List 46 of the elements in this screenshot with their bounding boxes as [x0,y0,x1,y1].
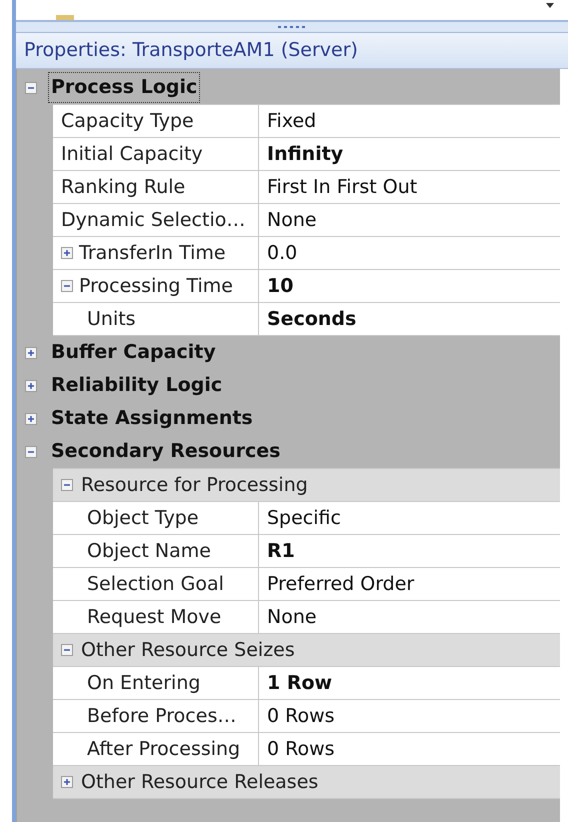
property-value[interactable]: 1 Row [267,668,332,698]
property-name: TransferIn Time [79,240,226,266]
category-header[interactable]: Process Logic [49,73,200,102]
property-value[interactable]: 10 [267,272,294,300]
property-value[interactable]: R1 [267,536,295,566]
property-value[interactable]: 0 Rows [267,734,335,764]
property-value[interactable]: Seconds [267,304,356,334]
property-name: Processing Time [79,274,233,299]
property-name: Before Proces… [87,704,236,729]
dropdown-arrow-icon[interactable] [546,3,554,8]
property-name: Ranking Rule [61,174,186,200]
property-value[interactable]: None [267,602,317,632]
property-name: Request Move [87,604,222,630]
property-name: Dynamic Selectio… [61,208,246,233]
collapse-icon[interactable] [25,446,37,458]
category-header[interactable]: Reliability Logic [49,371,224,400]
collapse-icon[interactable] [25,82,37,94]
collapse-icon[interactable] [61,644,73,656]
property-name: On Entering [87,670,200,696]
property-name: Capacity Type [61,108,194,134]
collapse-icon[interactable] [61,280,73,292]
panel-title: Properties: TransporteAM1 (Server) [24,38,358,64]
expand-icon[interactable] [61,247,73,259]
category-header[interactable]: Buffer Capacity [49,338,218,367]
property-name: Units [87,306,136,332]
property-name: After Processing [87,736,240,762]
property-value[interactable]: 0.0 [267,238,298,268]
property-value[interactable]: 0 Rows [267,702,335,730]
expand-icon[interactable] [25,346,37,358]
property-name: Initial Capacity [61,142,203,167]
property-value[interactable]: First In First Out [267,172,418,202]
category-header[interactable]: Secondary Resources [49,437,282,466]
expand-icon[interactable] [25,412,37,424]
splitter-grip-icon[interactable] [277,25,307,29]
expand-icon[interactable] [25,380,37,392]
property-value[interactable]: Infinity [267,140,344,168]
property-value[interactable]: Specific [267,504,341,532]
category-header[interactable]: State Assignments [49,404,255,433]
expand-icon[interactable] [61,776,73,788]
property-value[interactable]: Fixed [267,106,316,136]
property-name: Object Type [87,506,199,531]
property-name: Selection Goal [87,572,224,597]
collapse-icon[interactable] [61,479,73,491]
property-value[interactable]: Preferred Order [267,570,414,598]
property-value[interactable]: None [267,206,317,234]
property-name: Object Name [87,538,211,564]
